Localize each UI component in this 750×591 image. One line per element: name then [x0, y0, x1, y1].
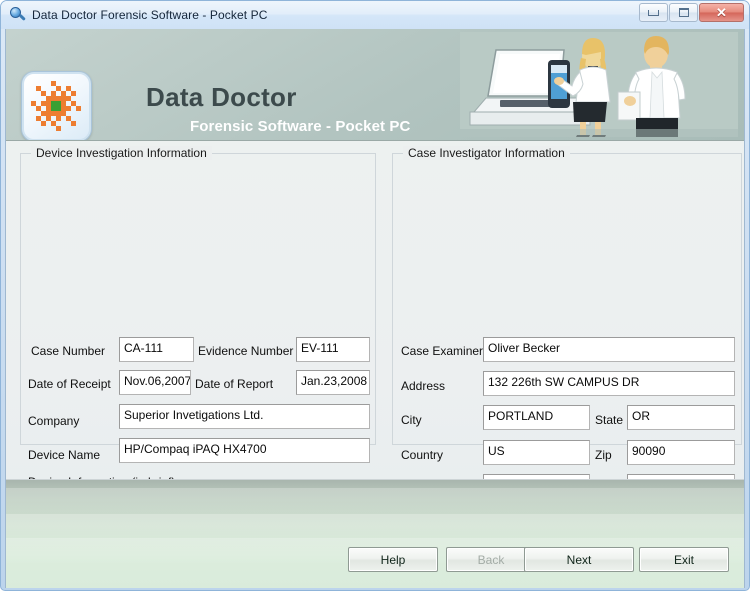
back-button: Back: [446, 547, 536, 572]
window-controls: ✕: [639, 3, 744, 22]
case-investigator-group-title: Case Investigator Information: [403, 146, 570, 160]
case-examiner-input[interactable]: Oliver Becker: [483, 337, 735, 362]
footer-bar: Help Back Next Exit: [6, 479, 744, 588]
exit-button[interactable]: Exit: [639, 547, 729, 572]
client-area: Data Doctor Forensic Software - Pocket P…: [5, 29, 745, 588]
company-input[interactable]: Superior Invetigations Ltd.: [119, 404, 370, 429]
date-of-receipt-label: Date of Receipt: [28, 377, 111, 391]
close-icon: ✕: [716, 5, 727, 20]
case-investigator-group: Case Investigator Information: [392, 146, 742, 445]
maximize-button[interactable]: [669, 3, 698, 22]
illustration-svg: [460, 32, 738, 137]
close-button[interactable]: ✕: [699, 3, 744, 22]
maximize-icon: [678, 8, 689, 17]
zip-input[interactable]: 90090: [627, 440, 735, 465]
window-title: Data Doctor Forensic Software - Pocket P…: [32, 8, 268, 22]
country-input[interactable]: US: [483, 440, 590, 465]
evidence-number-input[interactable]: EV-111: [296, 337, 370, 362]
country-label: Country: [401, 448, 444, 462]
minimize-icon: [648, 9, 659, 16]
state-input[interactable]: OR: [627, 405, 735, 430]
city-label: City: [401, 413, 422, 427]
footer-wave-2: [6, 514, 744, 540]
address-label: Address: [401, 379, 446, 393]
date-of-report-label: Date of Report: [195, 377, 274, 391]
evidence-number-label: Evidence Number: [198, 344, 294, 358]
device-name-label: Device Name: [28, 448, 101, 462]
date-of-receipt-input[interactable]: Nov.06,2007: [119, 370, 191, 395]
minimize-button[interactable]: [639, 3, 668, 22]
footer-wave-1: [6, 488, 744, 514]
case-number-input[interactable]: CA-111: [119, 337, 194, 362]
date-of-report-input[interactable]: Jan.23,2008: [296, 370, 370, 395]
next-button[interactable]: Next: [524, 547, 634, 572]
device-investigation-group: Device Investigation Information: [20, 146, 376, 445]
address-input[interactable]: 132 226th SW CAMPUS DR: [483, 371, 735, 396]
title-bar[interactable]: Data Doctor Forensic Software - Pocket P…: [1, 1, 749, 29]
application-window: Data Doctor Forensic Software - Pocket P…: [0, 0, 750, 591]
zip-label: Zip: [595, 448, 612, 462]
brand-title: Data Doctor: [146, 82, 297, 112]
magnifier-icon: [10, 7, 26, 23]
help-button[interactable]: Help: [348, 547, 438, 572]
device-name-input[interactable]: HP/Compaq iPAQ HX4700: [119, 438, 370, 463]
case-examiner-label: Case Examiner: [401, 344, 484, 358]
device-investigation-group-title: Device Investigation Information: [31, 146, 212, 160]
form-body: Device Investigation Information Case Nu…: [6, 141, 744, 570]
state-label: State: [595, 413, 624, 427]
case-number-label: Case Number: [31, 344, 106, 358]
brand-subtitle: Forensic Software - Pocket PC: [190, 118, 411, 135]
header-banner: Data Doctor Forensic Software - Pocket P…: [6, 29, 744, 141]
city-input[interactable]: PORTLAND: [483, 405, 590, 430]
pixel-starburst-logo-icon: [31, 81, 82, 132]
app-logo: [22, 72, 91, 140]
brand-block: Data Doctor Forensic Software - Pocket P…: [146, 84, 410, 134]
company-label: Company: [28, 414, 80, 428]
forensic-lab-illustration: [460, 32, 738, 137]
